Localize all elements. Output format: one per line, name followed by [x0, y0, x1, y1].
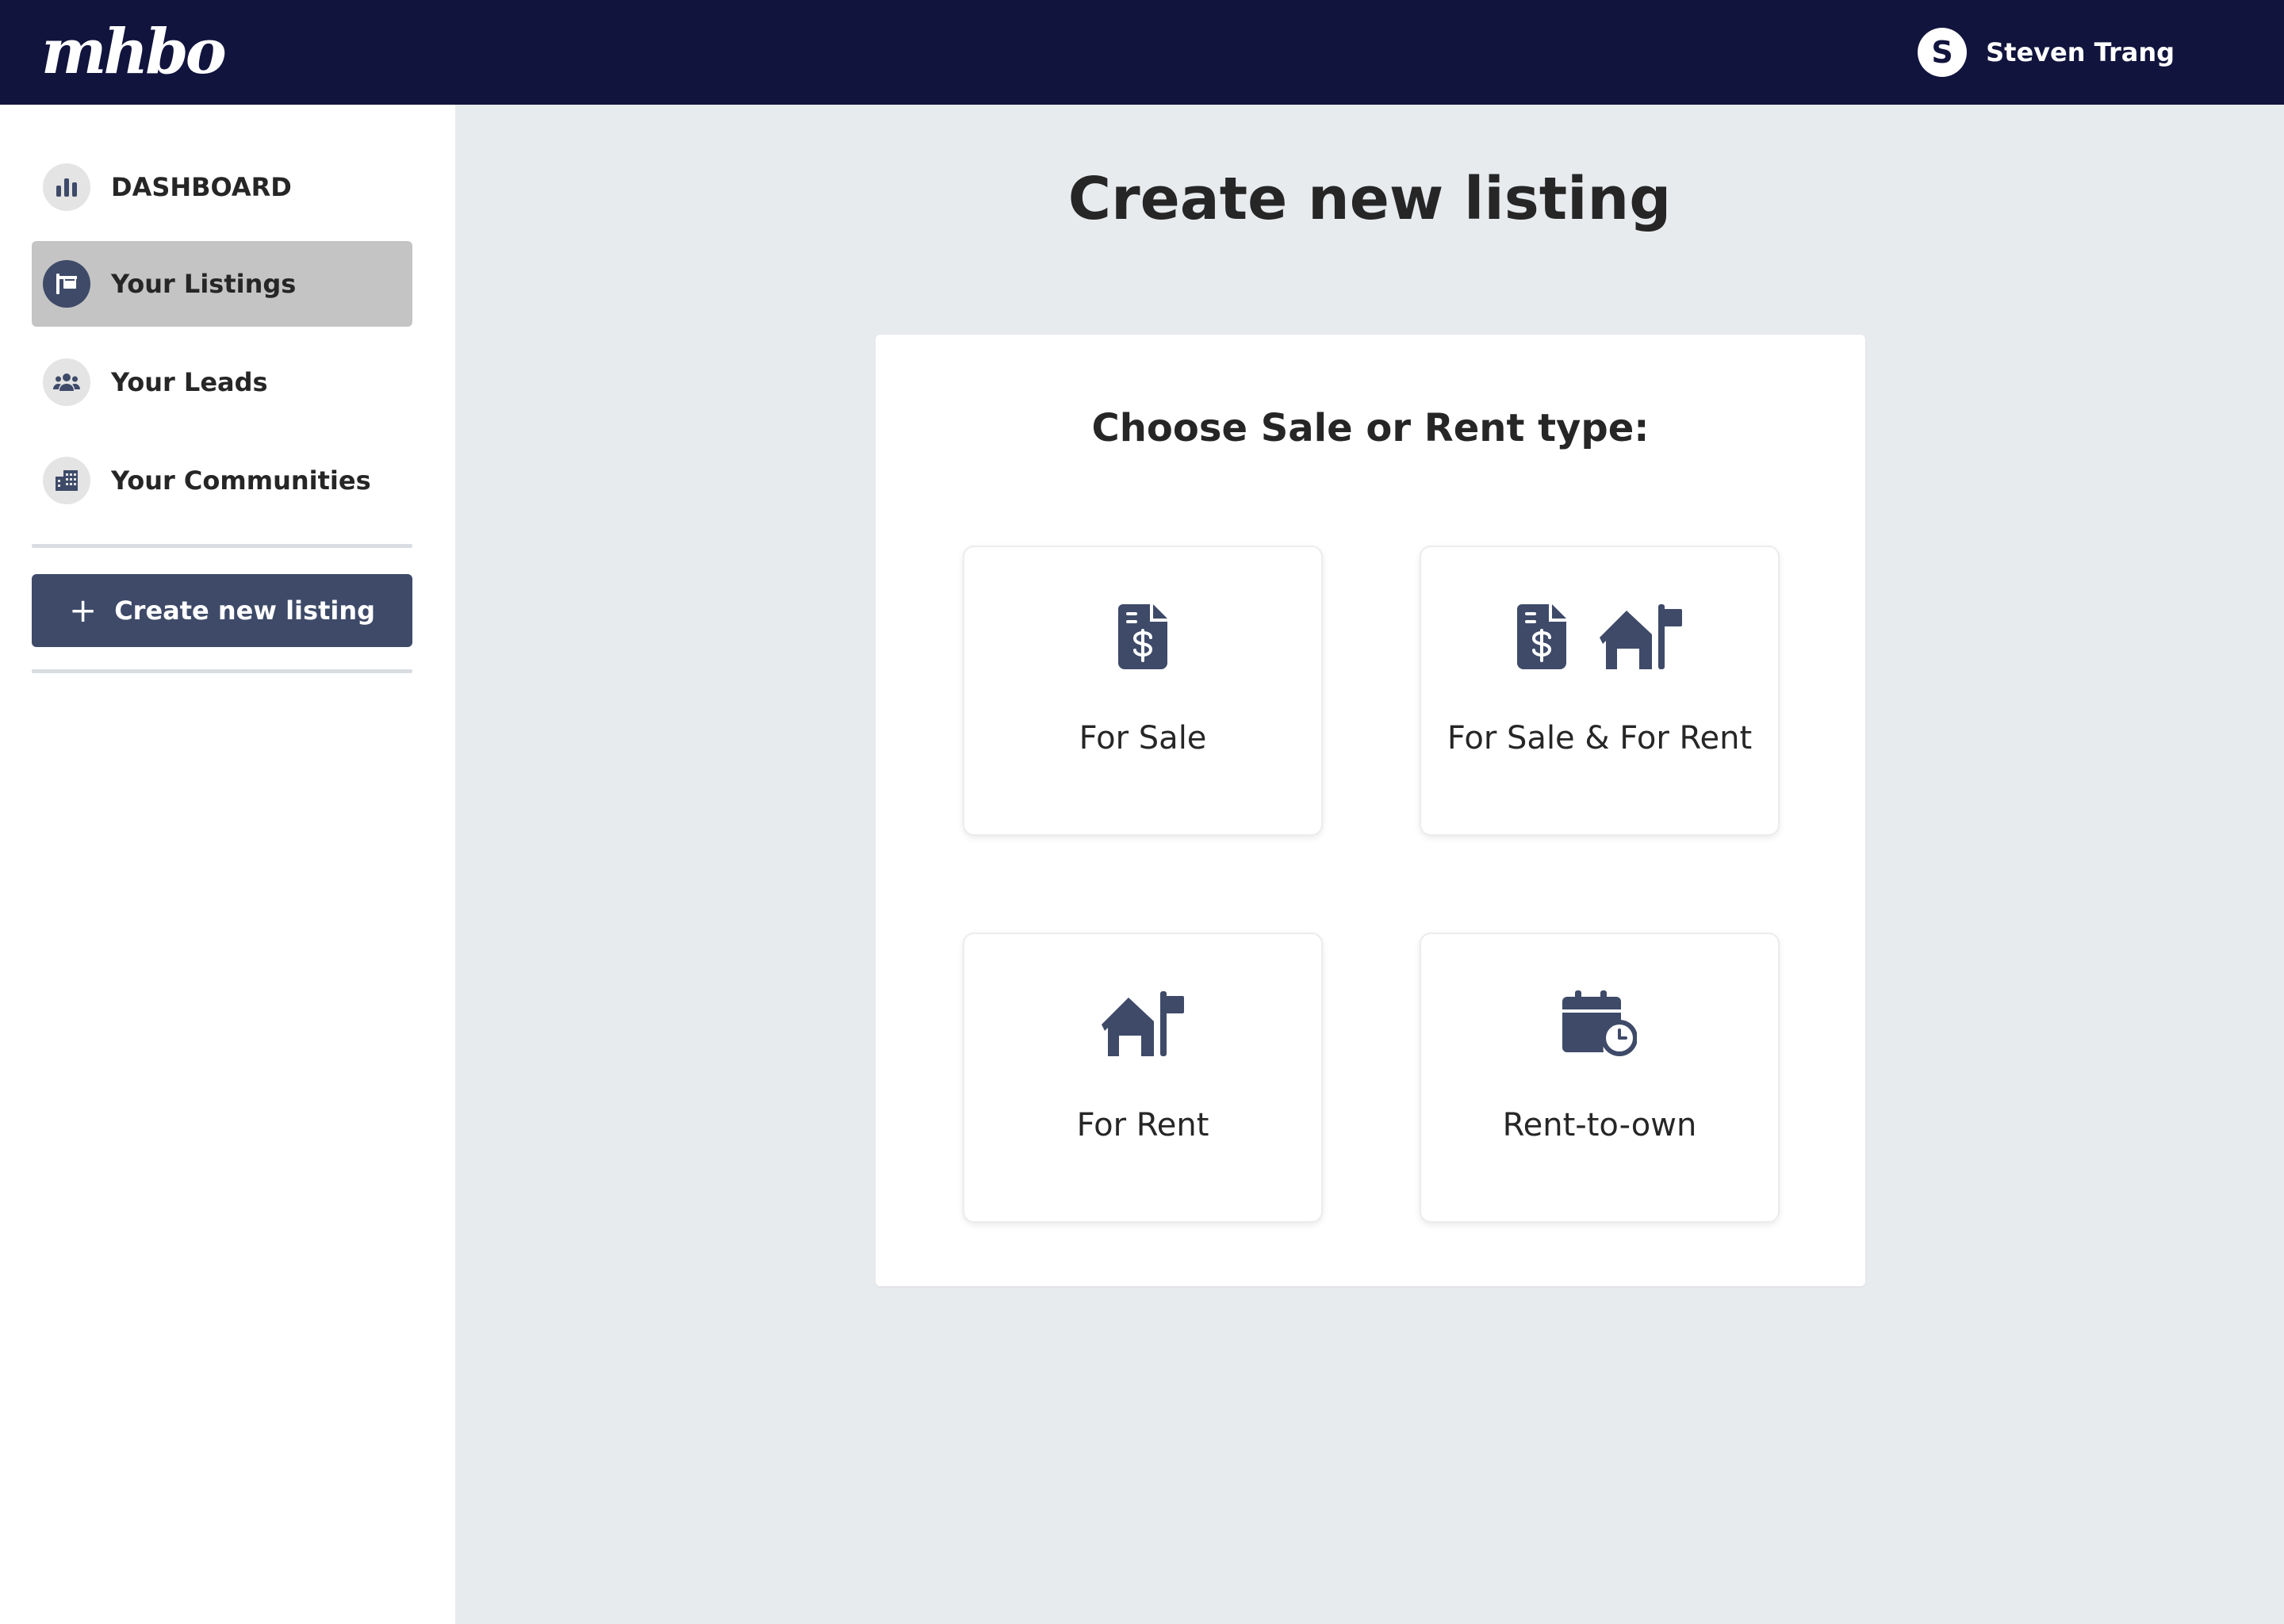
sidebar-item-label: DASHBOARD — [111, 172, 292, 202]
sidebar-item-dashboard[interactable]: DASHBOARD — [32, 144, 412, 230]
option-for-sale-and-rent[interactable]: For Sale & For Rent — [1421, 547, 1778, 834]
sidebar-item-label: Your Leads — [111, 367, 268, 397]
mhbo-logo[interactable]: mhbo — [41, 21, 227, 84]
avatar[interactable]: S — [1918, 28, 1968, 77]
create-new-listing-label: Create new listing — [114, 596, 376, 626]
sign-post-icon — [43, 260, 90, 308]
user-name[interactable]: Steven Trang — [1986, 37, 2175, 67]
option-label: For Sale — [1079, 720, 1207, 756]
building-icon — [43, 457, 90, 504]
page-title: Create new listing — [1067, 165, 1672, 233]
sidebar-item-label: Your Communities — [111, 465, 371, 496]
user-menu[interactable]: S Steven Trang — [1918, 27, 2175, 78]
invoice-dollar-icon — [1118, 604, 1167, 669]
house-flag-icon — [1102, 991, 1184, 1056]
sidebar-item-your-communities[interactable]: Your Communities — [32, 438, 412, 523]
option-label: For Sale & For Rent — [1447, 720, 1753, 756]
sidebar: DASHBOARD Your Listings Your Leads Your … — [0, 105, 455, 1624]
option-for-sale[interactable]: For Sale — [964, 547, 1321, 834]
top-bar: mhbo S Steven Trang — [0, 0, 2284, 105]
invoice-dollar-icon — [1517, 604, 1566, 669]
listing-type-panel: Choose Sale or Rent type: For Sale For S… — [876, 335, 1865, 1286]
sidebar-item-your-listings[interactable]: Your Listings — [32, 241, 412, 327]
panel-subtitle: Choose Sale or Rent type: — [1091, 406, 1650, 450]
sidebar-item-your-leads[interactable]: Your Leads — [32, 339, 412, 425]
calendar-clock-icon — [1562, 990, 1637, 1056]
option-rent-to-own[interactable]: Rent-to-own — [1421, 934, 1778, 1221]
option-for-rent[interactable]: For Rent — [964, 934, 1321, 1221]
plus-icon: + — [68, 591, 98, 630]
sidebar-divider — [32, 669, 412, 673]
sidebar-divider — [32, 544, 412, 548]
sidebar-item-label: Your Listings — [111, 269, 297, 299]
option-label: For Rent — [1076, 1107, 1209, 1143]
option-label: Rent-to-own — [1502, 1107, 1697, 1143]
create-new-listing-button[interactable]: + Create new listing — [32, 574, 412, 647]
users-icon — [43, 358, 90, 406]
bar-chart-icon — [43, 163, 90, 211]
house-flag-icon — [1600, 604, 1682, 669]
